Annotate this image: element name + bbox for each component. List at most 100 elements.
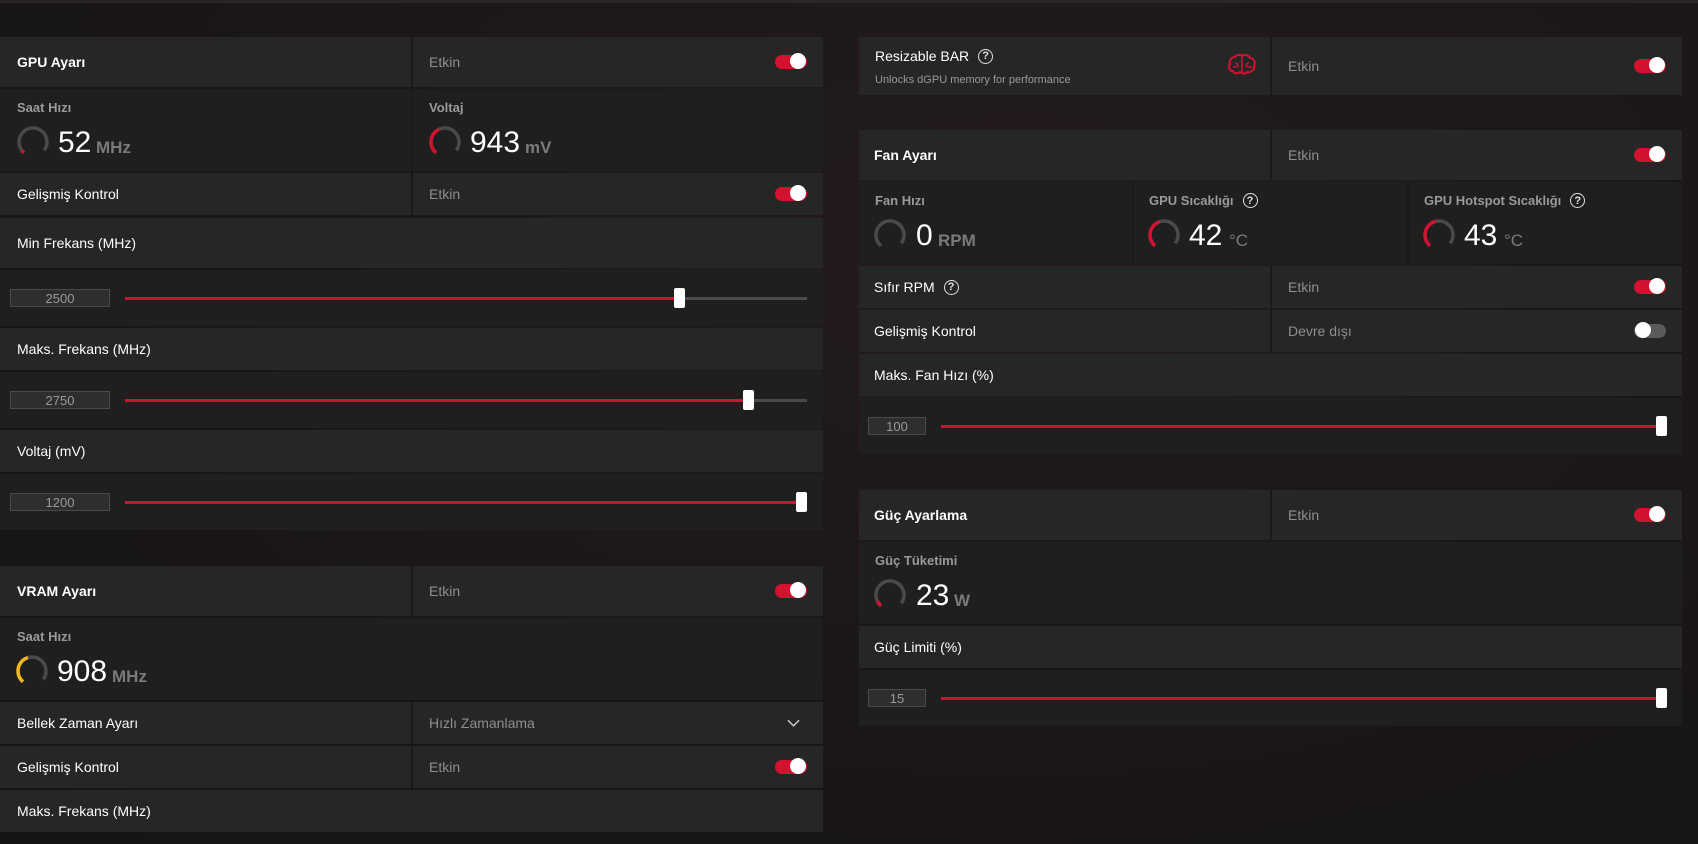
power-limit-fill	[941, 697, 1667, 700]
gpu-metrics-row: Saat Hızı 52 MHz Voltaj 943 mV	[0, 89, 823, 171]
fan-enable-toggle[interactable]	[1634, 146, 1666, 162]
gpu-clock-unit: MHz	[96, 138, 131, 157]
gpu-state-label: Etkin	[411, 37, 823, 87]
rebar-subtitle: Unlocks dGPU memory for performance	[875, 74, 1071, 86]
gpu-min-freq-fill	[125, 297, 679, 300]
gpu-max-freq-input[interactable]: 2750	[10, 391, 110, 409]
power-state-label: Etkin	[1270, 490, 1682, 540]
help-icon[interactable]: ?	[943, 279, 959, 295]
gpu-temp-label-wrap: GPU Sıcaklığı ?	[1149, 193, 1258, 208]
gpu-advanced-toggle[interactable]	[775, 185, 807, 201]
gpu-hotspot-metric: GPU Hotspot Sıcaklığı ? 43 °C	[1407, 182, 1682, 264]
gpu-min-freq-label-row: Min Frekans (MHz)	[0, 218, 823, 268]
fan-max-speed-label: Maks. Fan Hızı (%)	[874, 367, 994, 383]
gpu-max-freq-label: Maks. Frekans (MHz)	[17, 341, 151, 357]
gpu-advanced-state: Etkin	[411, 173, 823, 215]
zero-rpm-label: Sıfır RPM	[874, 279, 935, 295]
power-limit-slider-row: 15	[859, 670, 1682, 726]
gpu-temp-value: 42	[1189, 219, 1223, 252]
gpu-clock-metric: Saat Hızı 52 MHz	[0, 89, 411, 171]
fan-speed-unit: RPM	[938, 231, 976, 250]
fan-advanced-state: Devre dışı	[1270, 310, 1682, 352]
rebar-title-text: Resizable BAR	[875, 48, 970, 64]
power-consumption-label: Güç Tüketimi	[875, 553, 958, 568]
fan-max-speed-slider[interactable]	[941, 416, 1667, 436]
gpu-advanced-label: Gelişmiş Kontrol	[17, 186, 119, 202]
vram-clock-unit: MHz	[112, 667, 147, 686]
gpu-min-freq-thumb[interactable]	[674, 288, 685, 308]
power-limit-label: Güç Limiti (%)	[874, 639, 962, 655]
fan-speed-label: Fan Hızı	[875, 193, 925, 208]
gpu-max-freq-thumb[interactable]	[743, 390, 754, 410]
gpu-clock-label: Saat Hızı	[17, 100, 72, 115]
fan-state-label: Etkin	[1270, 130, 1682, 180]
help-icon[interactable]: ?	[978, 48, 994, 64]
fan-max-speed-fill	[941, 425, 1667, 428]
chevron-down-icon[interactable]	[787, 719, 800, 727]
vram-timing-dropdown[interactable]: Hızlı Zamanlama	[411, 702, 823, 744]
vram-timing-row: Bellek Zaman Ayarı Hızlı Zamanlama	[0, 702, 823, 744]
gpu-hotspot-unit: °C	[1504, 231, 1524, 250]
vram-advanced-label: Gelişmiş Kontrol	[17, 759, 119, 775]
power-consumption-value: 23	[916, 579, 950, 612]
gpu-voltage-mv-fill	[125, 501, 807, 504]
help-icon[interactable]: ?	[1242, 193, 1258, 208]
gpu-hotspot-value: 43	[1464, 219, 1498, 252]
power-tuning-panel: Güç Ayarlama Etkin Güç Tüketimi 23 W Güç…	[859, 490, 1682, 726]
rebar-row: Resizable BAR ? Unlocks dGPU memory for …	[859, 37, 1682, 95]
gpu-voltage-mv-thumb[interactable]	[796, 492, 807, 512]
rebar-toggle[interactable]	[1634, 57, 1666, 73]
fan-max-speed-thumb[interactable]	[1656, 416, 1667, 436]
power-limit-slider[interactable]	[941, 688, 1667, 708]
power-limit-input[interactable]: 15	[868, 689, 926, 707]
power-metrics-row: Güç Tüketimi 23 W	[859, 542, 1682, 624]
gpu-temp-metric: GPU Sıcaklığı ? 42 °C	[1132, 182, 1407, 264]
gpu-enable-toggle[interactable]	[775, 53, 807, 69]
vram-advanced-toggle[interactable]	[775, 758, 807, 774]
gpu-temp-label: GPU Sıcaklığı	[1149, 193, 1234, 208]
fan-max-speed-input[interactable]: 100	[868, 417, 926, 435]
rebar-state-label: Etkin	[1270, 37, 1682, 95]
power-consumption-gauge	[874, 579, 906, 611]
gpu-title: GPU Ayarı	[17, 54, 86, 70]
zero-rpm-toggle[interactable]	[1634, 278, 1666, 294]
resizable-bar-panel: Resizable BAR ? Unlocks dGPU memory for …	[859, 37, 1682, 95]
vram-max-freq-label: Maks. Frekans (MHz)	[17, 803, 151, 819]
gpu-voltage-value: 943	[470, 126, 521, 159]
gpu-temp-unit: °C	[1229, 231, 1249, 250]
gpu-voltage-mv-label: Voltaj (mV)	[17, 443, 86, 459]
gpu-min-freq-slider-row: 2500	[0, 270, 823, 326]
power-limit-thumb[interactable]	[1656, 688, 1667, 708]
gpu-max-freq-fill	[125, 399, 748, 402]
rebar-title: Resizable BAR ?	[875, 48, 994, 64]
fan-header-row: Fan Ayarı Etkin	[859, 130, 1682, 180]
gpu-voltage-metric: Voltaj 943 mV	[411, 89, 823, 171]
gpu-voltage-unit: mV	[525, 138, 552, 157]
fan-max-speed-label-row: Maks. Fan Hızı (%)	[859, 354, 1682, 396]
gpu-advanced-row: Gelişmiş Kontrol Etkin	[0, 173, 823, 215]
fan-advanced-toggle[interactable]	[1634, 322, 1666, 338]
gpu-min-freq-input[interactable]: 2500	[10, 289, 110, 307]
power-limit-label-row: Güç Limiti (%)	[859, 626, 1682, 668]
help-icon[interactable]: ?	[1570, 193, 1586, 208]
vram-advanced-state: Etkin	[411, 746, 823, 788]
gpu-voltage-mv-slider[interactable]	[125, 492, 807, 512]
gpu-voltage-mv-input[interactable]: 1200	[10, 493, 110, 511]
gpu-min-freq-slider[interactable]	[125, 288, 807, 308]
gpu-voltage-mv-label-row: Voltaj (mV)	[0, 430, 823, 472]
gpu-max-freq-label-row: Maks. Frekans (MHz)	[0, 328, 823, 370]
power-consumption-unit: W	[954, 591, 971, 610]
gpu-max-freq-slider[interactable]	[125, 390, 807, 410]
power-enable-toggle[interactable]	[1634, 506, 1666, 522]
fan-speed-gauge	[874, 219, 906, 251]
vram-title: VRAM Ayarı	[17, 583, 97, 599]
vram-max-freq-label-row: Maks. Frekans (MHz)	[0, 790, 823, 832]
power-title: Güç Ayarlama	[874, 507, 968, 523]
fan-speed-value: 0	[916, 219, 933, 252]
vram-tuning-panel: VRAM Ayarı Etkin Saat Hızı 908 MHz Belle…	[0, 566, 823, 844]
vram-enable-toggle[interactable]	[775, 582, 807, 598]
fan-speed-metric: Fan Hızı 0 RPM	[859, 182, 1132, 264]
vram-advanced-row: Gelişmiş Kontrol Etkin	[0, 746, 823, 788]
fan-advanced-label: Gelişmiş Kontrol	[874, 323, 976, 339]
gpu-clock-gauge	[17, 126, 49, 158]
